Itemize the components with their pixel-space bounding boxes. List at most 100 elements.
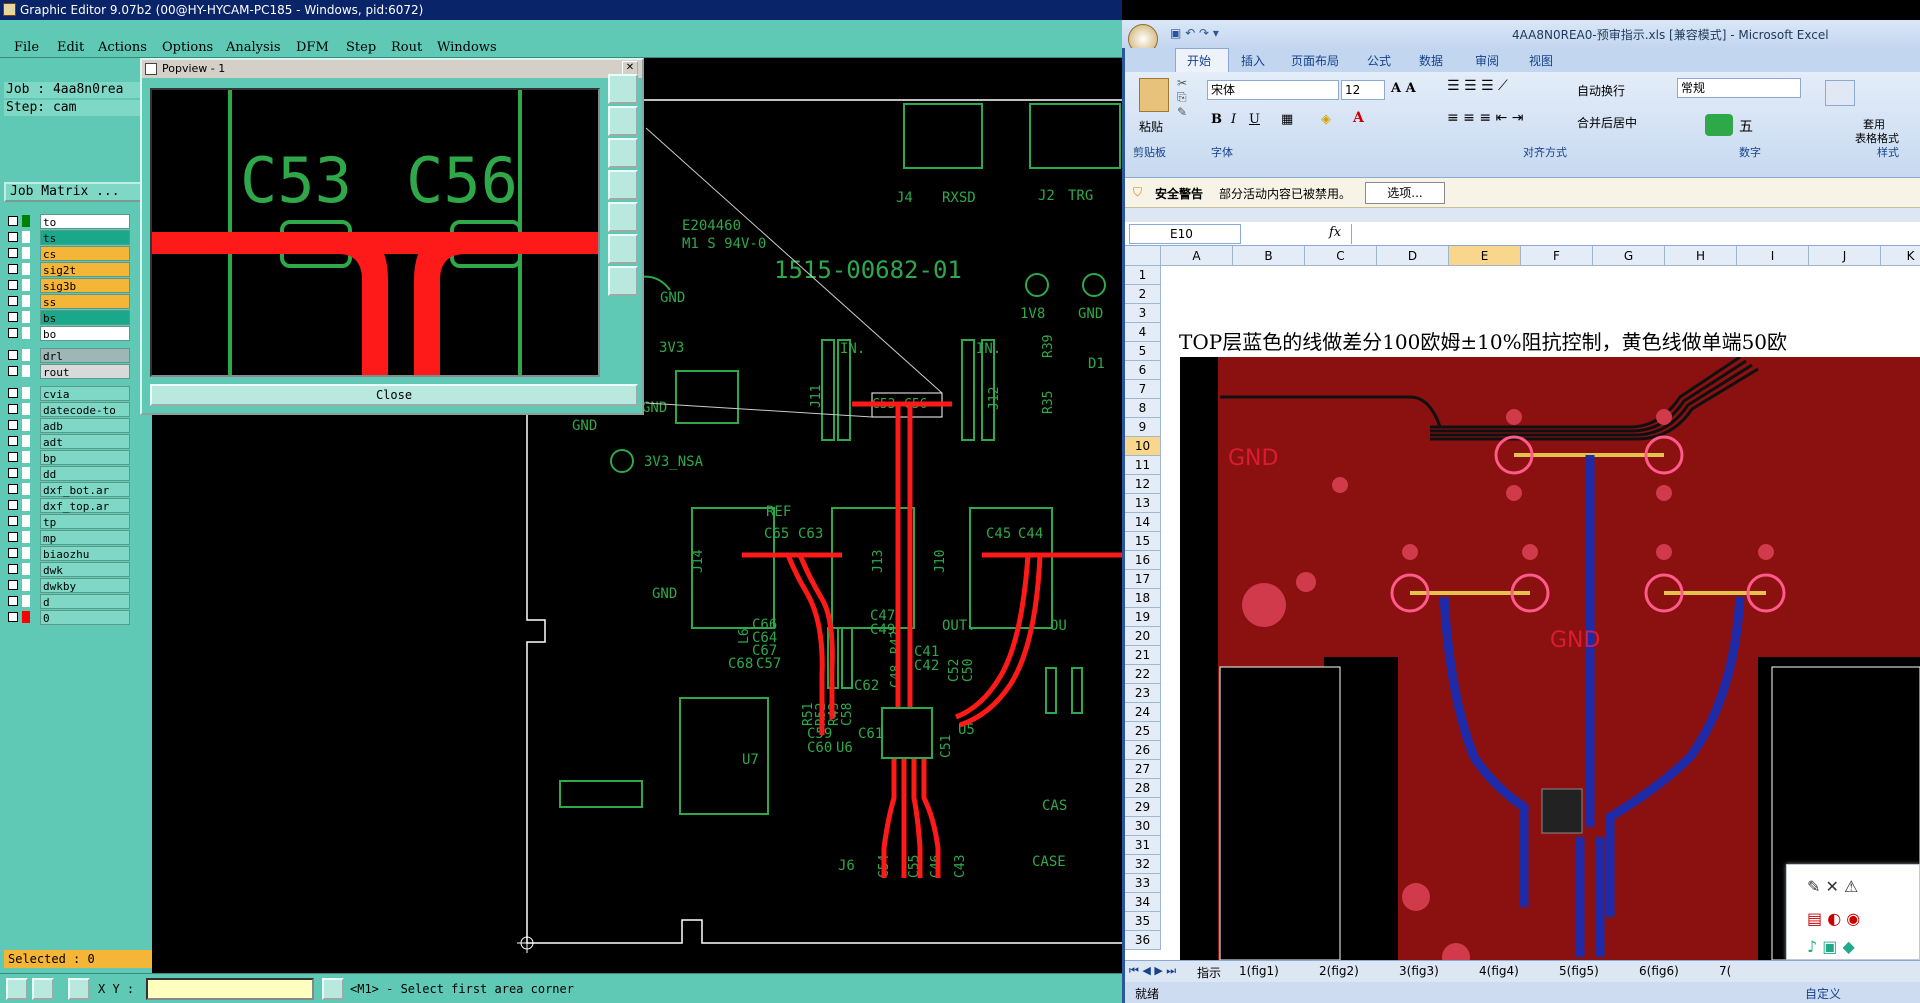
layer-checkbox[interactable] — [8, 612, 18, 622]
layer-checkbox[interactable] — [8, 436, 18, 446]
layer-name[interactable]: d — [40, 594, 130, 609]
xy-input[interactable] — [146, 978, 314, 1000]
fx-icon[interactable]: fx — [1329, 225, 1341, 240]
row-header[interactable]: 22 — [1125, 665, 1161, 684]
tab-review[interactable]: 审阅 — [1475, 52, 1499, 69]
layer-checkbox[interactable] — [8, 328, 18, 338]
layer-row[interactable]: mp — [8, 530, 130, 545]
layer-checkbox[interactable] — [8, 564, 18, 574]
row-header[interactable]: 18 — [1125, 589, 1161, 608]
row-header[interactable]: 36 — [1125, 931, 1161, 950]
row-header[interactable]: 24 — [1125, 703, 1161, 722]
layer-row[interactable]: dd — [8, 466, 130, 481]
paste-label[interactable]: 粘贴 — [1139, 118, 1163, 135]
row-header[interactable]: 1 — [1125, 266, 1161, 285]
layer-row[interactable]: cs — [8, 246, 130, 261]
column-header[interactable]: C — [1305, 246, 1377, 266]
ime-s-icon[interactable] — [1705, 114, 1733, 136]
cursor-icon[interactable] — [322, 978, 344, 1000]
layer-name[interactable]: dxf_top.ar — [40, 498, 130, 513]
menu-edit[interactable]: Edit — [57, 40, 84, 55]
pv-pan-left-icon[interactable] — [608, 170, 638, 200]
layer-name[interactable]: mp — [40, 530, 130, 545]
row-header[interactable]: 29 — [1125, 798, 1161, 817]
layer-name[interactable]: adb — [40, 418, 130, 433]
layer-row[interactable]: sig2t — [8, 262, 130, 277]
row-header[interactable]: 32 — [1125, 855, 1161, 874]
layer-row[interactable]: datecode-to — [8, 402, 130, 417]
column-header[interactable]: A — [1161, 246, 1233, 266]
layer-checkbox[interactable] — [8, 248, 18, 258]
layer-checkbox[interactable] — [8, 500, 18, 510]
layer-checkbox[interactable] — [8, 516, 18, 526]
layer-row[interactable]: cvia — [8, 386, 130, 401]
layer-row[interactable]: dwkby — [8, 578, 130, 593]
underline-icon[interactable]: U — [1249, 112, 1260, 127]
row-header[interactable]: 8 — [1125, 399, 1161, 418]
layer-row[interactable]: ts — [8, 230, 130, 245]
layer-row[interactable]: dwk — [8, 562, 130, 577]
row-header[interactable]: 17 — [1125, 570, 1161, 589]
ime-tool-icon[interactable]: ✎ ✕ ⚠ — [1807, 877, 1858, 896]
menu-windows[interactable]: Windows — [437, 40, 497, 55]
popview-canvas[interactable]: C53 C56 — [150, 88, 600, 377]
menu-file[interactable]: File — [14, 40, 39, 55]
row-header[interactable]: 14 — [1125, 513, 1161, 532]
layer-row[interactable]: bo — [8, 326, 130, 341]
row-header[interactable]: 12 — [1125, 475, 1161, 494]
layer-name[interactable]: sig3b — [40, 278, 130, 293]
layer-name[interactable]: ts — [40, 230, 130, 245]
formula-input[interactable] — [1351, 224, 1916, 244]
tab-layout[interactable]: 页面布局 — [1291, 52, 1339, 69]
tab-insert[interactable]: 插入 — [1241, 52, 1265, 69]
select-all-corner[interactable] — [1125, 246, 1161, 266]
row-header[interactable]: 28 — [1125, 779, 1161, 798]
close-icon[interactable]: ✕ — [622, 61, 638, 75]
layer-name[interactable]: tp — [40, 514, 130, 529]
layer-checkbox[interactable] — [8, 350, 18, 360]
layer-row[interactable]: to — [8, 214, 130, 229]
row-header[interactable]: 23 — [1125, 684, 1161, 703]
layer-row[interactable]: drl — [8, 348, 130, 363]
column-header[interactable]: I — [1737, 246, 1809, 266]
fill-color-icon[interactable]: ◈ — [1321, 112, 1331, 127]
sheet-nav-icon[interactable]: ⏮ ◀ ▶ ⏭ — [1129, 964, 1176, 978]
row-header[interactable]: 26 — [1125, 741, 1161, 760]
bold-icon[interactable]: B — [1211, 112, 1222, 127]
layer-row[interactable]: d — [8, 594, 130, 609]
layer-name[interactable]: to — [40, 214, 130, 229]
row-header[interactable]: 25 — [1125, 722, 1161, 741]
layer-row[interactable]: sig3b — [8, 278, 130, 293]
tool-icon-1[interactable] — [6, 978, 28, 1000]
layer-name[interactable]: bp — [40, 450, 130, 465]
layer-row[interactable]: rout — [8, 364, 130, 379]
layer-checkbox[interactable] — [8, 216, 18, 226]
layer-row[interactable]: bs — [8, 310, 130, 325]
layer-row[interactable]: tp — [8, 514, 130, 529]
layer-name[interactable]: bo — [40, 326, 130, 341]
row-header[interactable]: 4 — [1125, 323, 1161, 342]
row-header[interactable]: 16 — [1125, 551, 1161, 570]
layer-name[interactable]: dd — [40, 466, 130, 481]
row-header[interactable]: 21 — [1125, 646, 1161, 665]
sheet-tab-3[interactable]: 3(fig3) — [1399, 964, 1439, 978]
font-size-select[interactable]: 12 — [1341, 80, 1385, 100]
row-header[interactable]: 5 — [1125, 342, 1161, 361]
sheet-tab-6[interactable]: 6(fig6) — [1639, 964, 1679, 978]
tab-home[interactable]: 开始 — [1187, 52, 1211, 69]
italic-icon[interactable]: I — [1231, 112, 1236, 127]
column-header[interactable]: H — [1665, 246, 1737, 266]
layer-checkbox[interactable] — [8, 468, 18, 478]
row-header[interactable]: 30 — [1125, 817, 1161, 836]
align-icons[interactable]: ≡ ≡ ≡ ⇤ ⇥ — [1447, 110, 1523, 126]
layer-row[interactable]: ss — [8, 294, 130, 309]
layer-name[interactable]: adt — [40, 434, 130, 449]
column-header[interactable]: G — [1593, 246, 1665, 266]
clipboard-icons[interactable]: ✂ ⎘ ✎ — [1177, 76, 1187, 119]
layer-name[interactable]: 0 — [40, 610, 130, 625]
layer-row[interactable]: dxf_bot.ar — [8, 482, 130, 497]
menu-analysis[interactable]: Analysis — [226, 40, 281, 55]
layer-checkbox[interactable] — [8, 420, 18, 430]
layer-row[interactable]: bp — [8, 450, 130, 465]
align-top-icons[interactable]: ☰ ☰ ☰ ⟋ — [1447, 78, 1508, 94]
